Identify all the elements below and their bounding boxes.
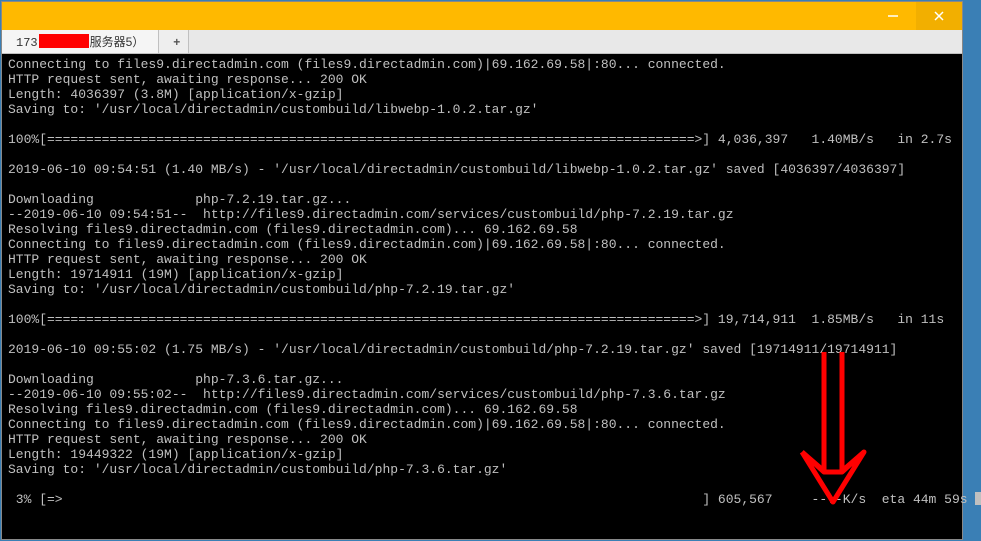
line: Saving to: '/usr/local/directadmin/custo… xyxy=(8,102,539,117)
tab-server5[interactable]: 173 服务器5） xyxy=(2,30,159,53)
tab-label-suffix: 服务器5） xyxy=(90,35,145,49)
line: Saving to: '/usr/local/directadmin/custo… xyxy=(8,282,515,297)
line: Resolving files9.directadmin.com (files9… xyxy=(8,222,578,237)
line: Connecting to files9.directadmin.com (fi… xyxy=(8,417,726,432)
line: Length: 19449322 (19M) [application/x-gz… xyxy=(8,447,343,462)
terminal-window: 173 服务器5） + Connecting to files9.directad… xyxy=(2,2,962,539)
line: 3% [=> ] 605,567 --.-K/s eta 44m 59s xyxy=(8,492,975,507)
line: Downloading php-7.3.6.tar.gz... xyxy=(8,372,343,387)
redaction-mark xyxy=(39,34,89,48)
line: --2019-06-10 09:55:02-- http://files9.di… xyxy=(8,387,726,402)
minimize-button[interactable] xyxy=(870,2,916,30)
line: Length: 4036397 (3.8M) [application/x-gz… xyxy=(8,87,343,102)
line: --2019-06-10 09:54:51-- http://files9.di… xyxy=(8,207,734,222)
new-tab-button[interactable]: + xyxy=(159,30,189,53)
tab-ip-prefix: 173 xyxy=(16,36,38,50)
line: 2019-06-10 09:55:02 (1.75 MB/s) - '/usr/… xyxy=(8,342,897,357)
terminal-cursor xyxy=(975,492,981,505)
terminal-output[interactable]: Connecting to files9.directadmin.com (fi… xyxy=(2,54,962,510)
line: 100%[===================================… xyxy=(8,312,944,327)
line: HTTP request sent, awaiting response... … xyxy=(8,432,367,447)
line: HTTP request sent, awaiting response... … xyxy=(8,72,367,87)
window-titlebar xyxy=(2,2,962,30)
line: Saving to: '/usr/local/directadmin/custo… xyxy=(8,462,507,477)
line: 100%[===================================… xyxy=(8,132,952,147)
line: 2019-06-10 09:54:51 (1.40 MB/s) - '/usr/… xyxy=(8,162,905,177)
line: Connecting to files9.directadmin.com (fi… xyxy=(8,57,726,72)
line: Resolving files9.directadmin.com (files9… xyxy=(8,402,578,417)
line: Connecting to files9.directadmin.com (fi… xyxy=(8,237,726,252)
line: HTTP request sent, awaiting response... … xyxy=(8,252,367,267)
close-button[interactable] xyxy=(916,2,962,30)
line: Length: 19714911 (19M) [application/x-gz… xyxy=(8,267,343,282)
tab-bar: 173 服务器5） + xyxy=(2,30,962,54)
line: Downloading php-7.2.19.tar.gz... xyxy=(8,192,351,207)
